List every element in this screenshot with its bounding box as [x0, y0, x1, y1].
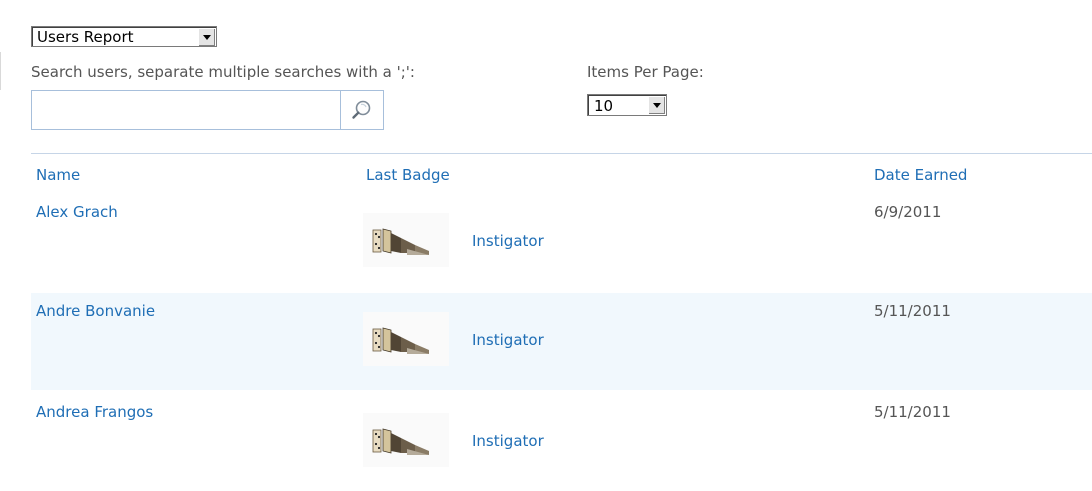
search-box: [31, 90, 384, 130]
column-header-date-earned[interactable]: Date Earned: [874, 166, 967, 184]
report-type-value: Users Report: [37, 28, 134, 46]
domino-badge-icon: [363, 213, 449, 267]
date-earned: 6/9/2011: [874, 203, 942, 221]
user-name-link[interactable]: Andrea Frangos: [36, 403, 153, 421]
domino-badge-icon: [363, 312, 449, 366]
items-per-page-value: 10: [594, 97, 614, 115]
badge-link[interactable]: Instigator: [472, 331, 544, 349]
badge-link[interactable]: Instigator: [472, 432, 544, 450]
report-type-select[interactable]: Users Report: [31, 26, 217, 47]
search-button[interactable]: [340, 91, 383, 129]
chevron-down-icon[interactable]: [198, 28, 215, 46]
items-per-page-label: Items Per Page:: [587, 63, 704, 81]
table-header-divider: [31, 153, 1092, 154]
user-name-link[interactable]: Andre Bonvanie: [36, 302, 155, 320]
column-header-last-badge[interactable]: Last Badge: [366, 166, 450, 184]
table-row: Andre Bonvanie Instigator 5/11/2011: [31, 293, 1092, 390]
table-row: Alex Grach Instigator 6/9/2011: [31, 194, 1092, 291]
search-label: Search users, separate multiple searches…: [31, 63, 415, 81]
date-earned: 5/11/2011: [874, 302, 951, 320]
badge-link[interactable]: Instigator: [472, 232, 544, 250]
magnifier-icon: [352, 100, 371, 119]
items-per-page-select[interactable]: 10: [587, 94, 667, 116]
date-earned: 5/11/2011: [874, 403, 951, 421]
column-header-name[interactable]: Name: [36, 166, 80, 184]
user-name-link[interactable]: Alex Grach: [36, 203, 118, 221]
left-divider: [0, 52, 1, 90]
chevron-down-icon[interactable]: [648, 96, 665, 114]
table-row: Andrea Frangos Instigator 5/11/2011: [31, 394, 1092, 491]
search-input[interactable]: [32, 91, 341, 129]
